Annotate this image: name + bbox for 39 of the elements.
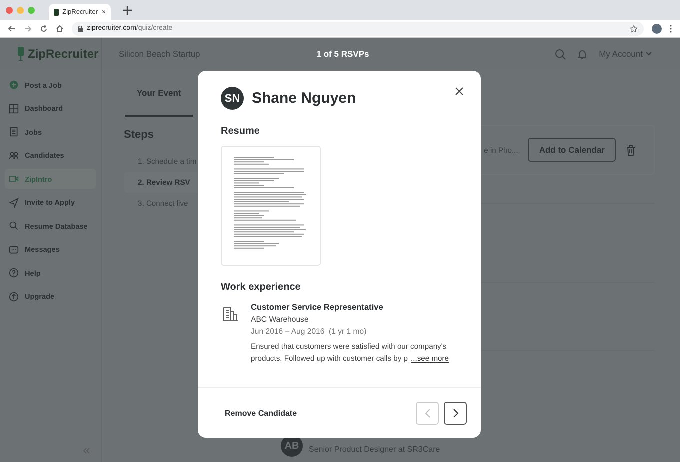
home-icon[interactable] xyxy=(56,24,64,32)
chat-icon xyxy=(9,244,19,254)
profile-avatar[interactable] xyxy=(652,24,662,34)
event-tab[interactable]: Your Event xyxy=(125,70,194,117)
add-to-calendar-button[interactable]: Add to Calendar xyxy=(528,138,616,162)
chevron-left-icon xyxy=(424,408,430,418)
resume-heading: Resume xyxy=(221,126,261,137)
chevron-right-icon xyxy=(452,408,458,418)
grid-icon xyxy=(9,104,19,114)
rsvp-counter: 1 of 5 RSVPs xyxy=(316,49,370,59)
search-icon xyxy=(9,221,19,231)
resume-thumbnail[interactable] xyxy=(221,146,321,266)
reload-icon[interactable] xyxy=(40,24,48,32)
list-icon xyxy=(9,127,19,137)
next-button[interactable] xyxy=(444,402,467,424)
remove-candidate-button[interactable]: Remove Candidate xyxy=(225,408,298,418)
star-icon[interactable] xyxy=(630,24,638,32)
people-icon xyxy=(9,150,19,160)
candidate-name: Shane Nguyen xyxy=(252,90,358,107)
plus-icon xyxy=(9,80,19,90)
new-tab-icon[interactable] xyxy=(123,6,132,14)
close-icon[interactable] xyxy=(102,9,106,15)
candidate-avatar: SN xyxy=(221,87,244,110)
job-title: Customer Service Representative xyxy=(251,302,384,312)
back-icon[interactable] xyxy=(8,24,16,32)
help-icon xyxy=(9,268,19,278)
trash-icon[interactable] xyxy=(626,144,636,156)
video-camera-icon xyxy=(9,174,19,184)
up-arrow-icon xyxy=(9,292,19,302)
caret-icon xyxy=(646,52,652,56)
close-icon[interactable] xyxy=(455,87,464,96)
building-icon xyxy=(222,307,239,321)
work-experience-heading: Work experience xyxy=(221,282,302,293)
steps-title: Steps xyxy=(124,129,154,141)
zoom-window-dot[interactable] xyxy=(28,6,35,14)
close-window-dot[interactable] xyxy=(6,6,13,14)
paper-plane-icon xyxy=(9,198,19,208)
lock-icon xyxy=(78,26,83,32)
minimize-window-dot[interactable] xyxy=(17,6,24,14)
